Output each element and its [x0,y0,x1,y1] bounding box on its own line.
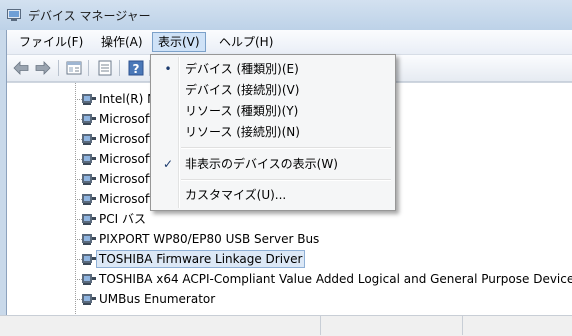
status-bar-divider [320,316,321,335]
device-label: UMBus Enumerator [99,292,216,306]
forward-arrow-icon[interactable] [34,59,52,77]
device-label: PIXPORT WP80/EP80 USB Server Bus [99,232,320,246]
title-bar: デバイス マネージャー [0,0,572,30]
help-icon[interactable]: ? [127,59,145,77]
device-manager-icon [7,9,21,21]
window-title: デバイス マネージャー [28,9,151,23]
device-icon [82,234,96,245]
device-label: Microsoft [99,152,154,166]
menu-bar: ファイル(F) 操作(A) 表示(V) ヘルプ(H) [7,30,572,55]
tree-row[interactable]: PCI バス [75,209,572,229]
device-icon [82,274,96,285]
device-label: Microsoft [99,172,154,186]
device-label: Microsoft [99,192,154,206]
menu-item-customize[interactable]: カスタマイズ(U)... [153,185,393,206]
device-icon [82,114,96,125]
menu-item-label: カスタマイズ(U)... [185,188,287,202]
menu-item-label: リソース (種類別)(Y) [185,104,299,118]
tree-row[interactable]: UMBus Enumerator [75,289,572,309]
toolbar-separator [88,60,89,76]
device-icon [82,294,96,305]
device-label: TOSHIBA x64 ACPI-Compliant Value Added L… [99,272,572,286]
menu-item-label: デバイス (種類別)(E) [185,62,299,76]
device-icon [82,174,96,185]
menu-item-resources-by-type[interactable]: リソース (種類別)(Y) [153,101,393,122]
menu-item-devices-by-type[interactable]: • デバイス (種類別)(E) [153,59,393,80]
status-bar-divider [462,316,463,335]
menu-item-show-hidden-devices[interactable]: ✓ 非表示のデバイスの表示(W) [153,154,393,175]
menu-separator [181,147,391,149]
device-icon [82,154,96,165]
device-label: Microsoft [99,132,154,146]
device-icon [82,214,96,225]
tree-row[interactable]: TOSHIBA x64 ACPI-Compliant Value Added L… [75,269,572,289]
toolbar-separator [119,60,120,76]
menu-item-label: デバイス (接続別)(V) [185,83,300,97]
menu-item-devices-by-connection[interactable]: デバイス (接続別)(V) [153,80,393,101]
device-icon [82,254,96,265]
status-bar [0,315,572,336]
menu-action[interactable]: 操作(A) [95,33,149,51]
device-label: PCI バス [99,212,146,226]
device-icon [82,94,96,105]
view-menu-dropdown: • デバイス (種類別)(E) デバイス (接続別)(V) リソース (種類別)… [150,54,396,211]
device-icon [82,194,96,205]
properties-icon[interactable] [65,59,83,77]
svg-text:?: ? [133,62,140,76]
menu-help[interactable]: ヘルプ(H) [213,33,279,51]
toolbar-separator [58,60,59,76]
menu-view[interactable]: 表示(V) [152,32,206,52]
device-label: Microsoft [99,112,154,126]
tree-row-selected[interactable]: TOSHIBA Firmware Linkage Driver [75,249,572,269]
device-label: Intel(R) M [99,92,158,106]
check-mark-icon: ✓ [162,157,174,171]
radio-bullet-icon: • [164,62,172,76]
device-label: TOSHIBA Firmware Linkage Driver [95,250,306,268]
menu-separator [181,179,391,181]
device-icon [82,134,96,145]
menu-file[interactable]: ファイル(F) [13,33,89,51]
menu-item-label: リソース (接続別)(N) [185,125,300,139]
list-view-icon[interactable] [96,59,114,77]
menu-item-label: 非表示のデバイスの表示(W) [185,157,338,171]
back-arrow-icon[interactable] [12,59,30,77]
tree-row[interactable]: PIXPORT WP80/EP80 USB Server Bus [75,229,572,249]
menu-item-resources-by-connection[interactable]: リソース (接続別)(N) [153,122,393,143]
